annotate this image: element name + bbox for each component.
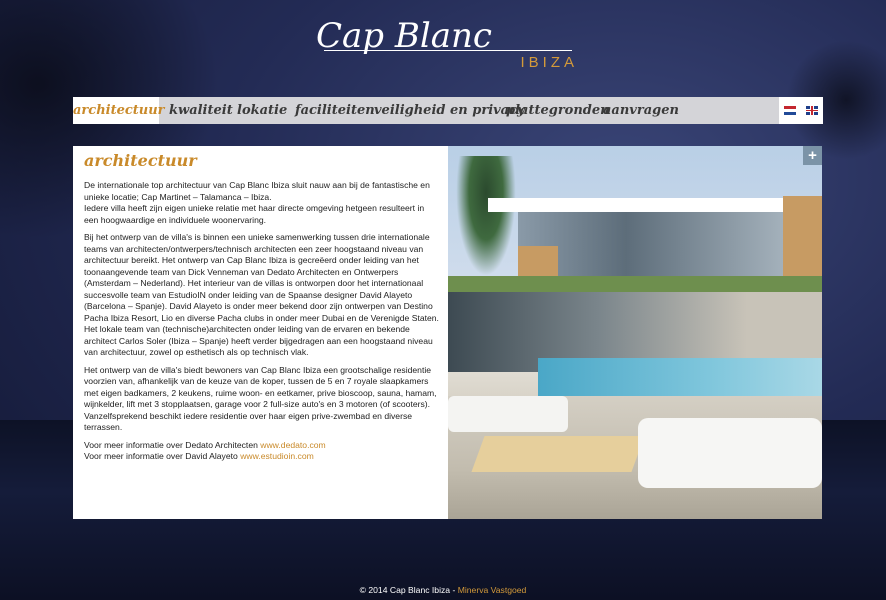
footer: © 2014 Cap Blanc Ibiza - Minerva Vastgoe… (0, 585, 886, 595)
expand-plus-icon[interactable]: + (803, 146, 822, 165)
architects-paragraph: Bij het ontwerp van de villa's is binnen… (84, 232, 439, 357)
main-navigation: architectuur kwaliteit lokatie facilitei… (73, 97, 823, 124)
page-title: architectuur (84, 151, 197, 170)
language-nl-button[interactable] (779, 97, 801, 124)
nav-item-faciliteiten[interactable]: faciliteiten (295, 97, 375, 124)
more-info-paragraph: Voor meer informatie over Dedato Archite… (84, 440, 440, 463)
site-logo[interactable]: Cap Blanc IBIZA (316, 16, 578, 72)
estudioin-info-text: Voor meer informatie over David Alayeto (84, 451, 238, 461)
logo-underline (324, 50, 572, 51)
uk-flag-icon (806, 106, 818, 115)
dedato-info-text: Voor meer informatie over Dedato Archite… (84, 439, 258, 450)
intro-paragraph: De internationale top architectuur van C… (84, 180, 430, 225)
nav-item-architectuur[interactable]: architectuur (73, 97, 165, 124)
footer-copyright: © 2014 Cap Blanc Ibiza - (359, 585, 458, 595)
nav-item-plattegronden[interactable]: plattegronden (506, 97, 610, 124)
dutch-flag-icon (784, 106, 796, 115)
estudioin-link[interactable]: www.estudioin.com (240, 451, 314, 461)
nav-item-lokatie[interactable]: lokatie (237, 97, 287, 124)
footer-minerva-link[interactable]: Minerva Vastgoed (458, 585, 527, 595)
language-en-button[interactable] (801, 97, 823, 124)
nav-item-kwaliteit[interactable]: kwaliteit (169, 97, 233, 124)
content-panel: architectuur De internationale top archi… (73, 146, 448, 519)
nav-item-veiligheid-en-privacy[interactable]: veiligheid en privacy (374, 97, 525, 124)
dedato-link[interactable]: www.dedato.com (260, 440, 325, 450)
villa-photo: + (448, 146, 822, 519)
content-body: De internationale top architectuur van C… (84, 180, 440, 463)
logo-sub-text: IBIZA (520, 54, 578, 71)
nav-item-aanvragen[interactable]: aanvragen (603, 97, 679, 124)
residence-paragraph: Het ontwerp van de villa's biedt bewoner… (84, 364, 437, 433)
